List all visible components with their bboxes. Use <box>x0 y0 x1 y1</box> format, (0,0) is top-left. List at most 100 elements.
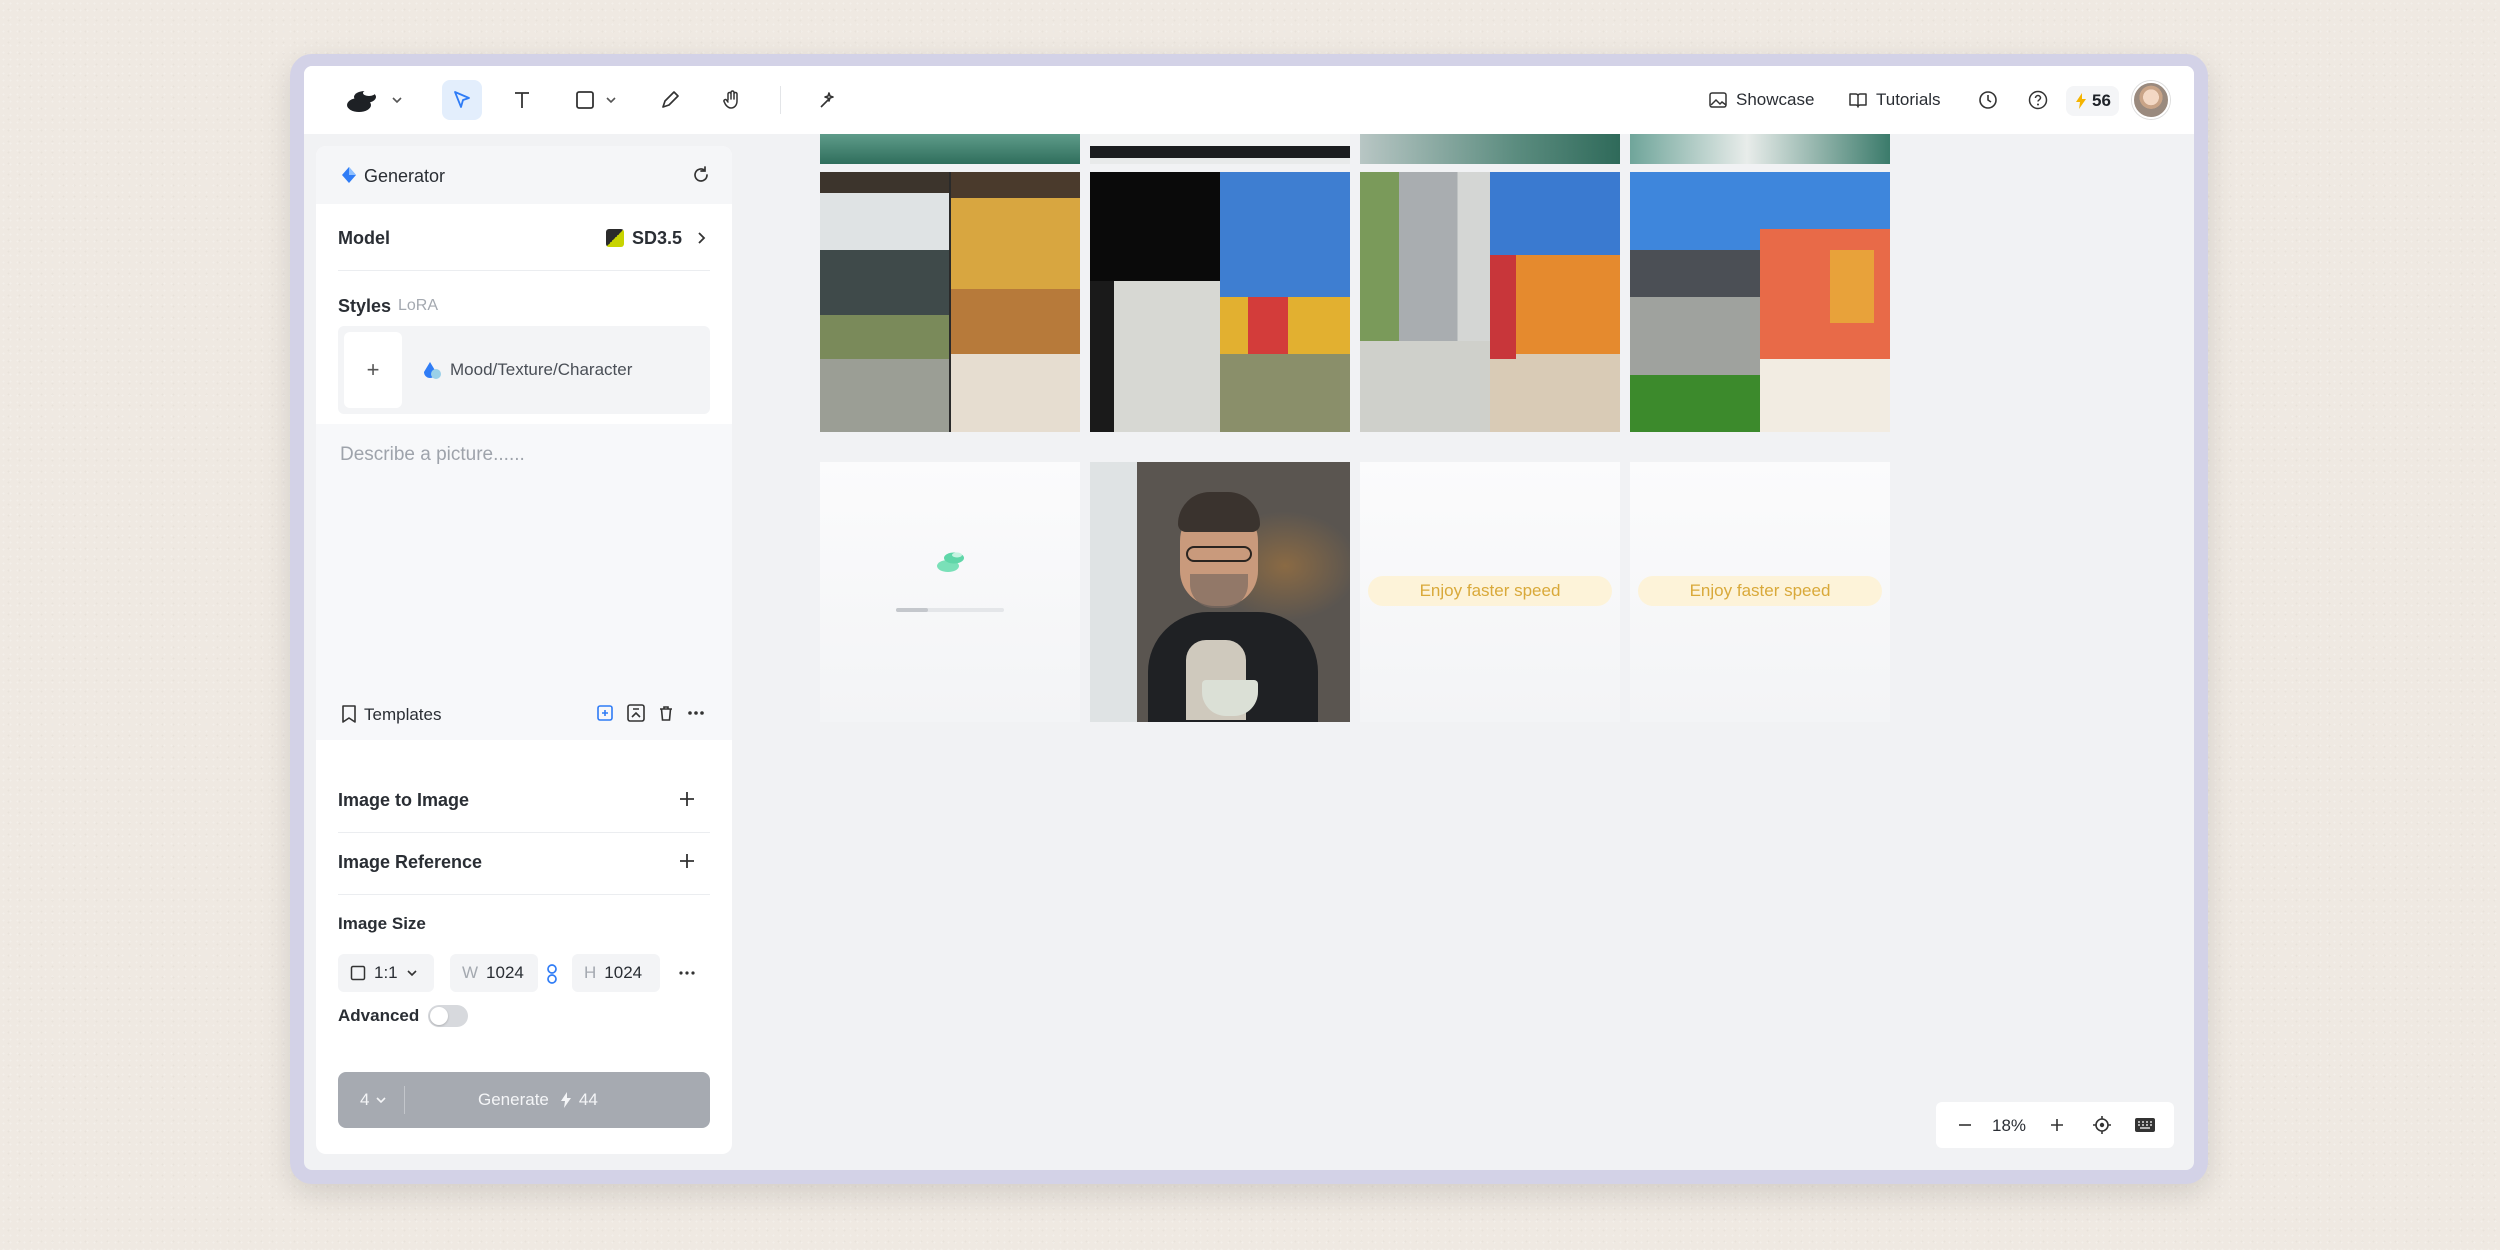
portrait-beard <box>1190 574 1248 608</box>
templates-label[interactable]: Templates <box>364 705 441 725</box>
enjoy-text: Enjoy faster speed <box>1419 581 1561 600</box>
book-icon <box>1848 90 1868 110</box>
loading-progress-fill <box>896 608 929 612</box>
advanced-toggle[interactable] <box>428 1005 468 1027</box>
button-divider <box>404 1086 405 1114</box>
showcase-link[interactable]: Showcase <box>1708 84 1814 116</box>
enjoy-text: Enjoy faster speed <box>1689 581 1831 600</box>
generate-button[interactable]: 4 Generate 44 <box>338 1072 710 1128</box>
zoom-in-icon[interactable] <box>2048 1116 2066 1134</box>
hand-icon <box>721 89 743 111</box>
add-image-reference-icon[interactable] <box>676 850 698 872</box>
lightning-icon <box>559 1091 573 1109</box>
generate-label: Generate <box>478 1090 549 1109</box>
hand-tool-button[interactable] <box>712 80 752 120</box>
model-label: Model <box>338 228 390 248</box>
select-tool-button[interactable] <box>442 80 482 120</box>
generated-image[interactable] <box>820 172 1080 432</box>
generated-image-partial[interactable] <box>1630 134 1890 164</box>
tutorials-link[interactable]: Tutorials <box>1848 84 1941 116</box>
enjoy-faster-speed-badge[interactable]: Enjoy faster speed <box>1638 576 1882 606</box>
portrait-glasses <box>1186 546 1252 562</box>
canvas-area[interactable]: Enjoy faster speed Enjoy faster speed <box>744 134 2194 1170</box>
height-value: 1024 <box>604 963 643 982</box>
refresh-icon[interactable] <box>690 164 712 186</box>
tutorials-label: Tutorials <box>1876 90 1941 109</box>
showcase-label: Showcase <box>1736 90 1815 109</box>
pen-tool-button[interactable] <box>650 80 690 120</box>
help-icon <box>2027 89 2049 111</box>
add-image-to-image-icon[interactable] <box>676 788 698 810</box>
zoom-level: 18% <box>1992 1116 2027 1135</box>
height-prefix: H <box>584 963 597 982</box>
generator-title: Generator <box>364 166 446 186</box>
logo-icon <box>345 85 381 115</box>
image-size-label: Image Size <box>338 914 426 933</box>
text-tool-button[interactable] <box>502 80 542 120</box>
model-selector[interactable]: SD3.5 <box>606 224 708 252</box>
top-toolbar: Showcase Tutorials 56 <box>304 66 2194 134</box>
magic-wand-icon <box>817 89 839 111</box>
generator-header: Generator <box>316 146 732 204</box>
zoom-controls: 18% <box>1936 1102 2174 1148</box>
template-library-icon[interactable] <box>626 703 646 723</box>
shape-tool-button[interactable] <box>566 80 626 120</box>
logo-menu[interactable] <box>342 84 406 116</box>
credits-count: 56 <box>2092 91 2111 110</box>
save-template-icon[interactable] <box>596 703 616 723</box>
divider <box>338 894 710 895</box>
lora-label: LoRA <box>398 297 439 314</box>
square-icon <box>350 965 366 981</box>
help-button[interactable] <box>2018 80 2058 120</box>
divider <box>338 832 710 833</box>
templates-bar: Templates <box>316 688 732 740</box>
link-icon[interactable] <box>544 963 560 985</box>
zoom-out-icon[interactable] <box>1956 1116 1974 1134</box>
lightning-icon <box>2074 92 2088 110</box>
locate-icon[interactable] <box>2092 1115 2112 1135</box>
batch-count: 4 <box>360 1090 370 1109</box>
style-picker[interactable]: Mood/Texture/Character <box>422 360 632 380</box>
ai-tool-button[interactable] <box>808 80 848 120</box>
image-size-controls: 1:1 W 1024 H 1024 <box>316 954 732 992</box>
queued-placeholder: Enjoy faster speed <box>1630 462 1890 722</box>
portrait-hair <box>1178 492 1260 532</box>
image-to-image-label: Image to Image <box>338 790 470 810</box>
generated-image-partial[interactable] <box>1360 134 1620 164</box>
generated-image-partial[interactable] <box>820 134 1080 164</box>
styles-label: Styles <box>338 296 392 316</box>
bookmark-icon <box>340 704 358 724</box>
width-prefix: W <box>462 963 479 982</box>
credits-badge[interactable]: 56 <box>2066 86 2119 116</box>
style-selector: + Mood/Texture/Character <box>338 326 710 414</box>
chevron-down-icon <box>406 967 418 979</box>
divider <box>338 270 710 271</box>
prompt-placeholder: Describe a picture...... <box>340 444 525 465</box>
trash-icon[interactable] <box>656 703 676 723</box>
device-frame: Showcase Tutorials 56 Generator Model SD… <box>290 54 2208 1184</box>
toolbar-divider <box>780 86 781 114</box>
keyboard-icon[interactable] <box>2134 1115 2156 1135</box>
image-reference-label: Image Reference <box>338 852 483 872</box>
height-field[interactable]: H 1024 <box>572 954 660 992</box>
add-style-button[interactable]: + <box>344 332 402 408</box>
model-value: SD3.5 <box>632 227 683 248</box>
aspect-ratio-select[interactable]: 1:1 <box>338 954 434 992</box>
generated-image[interactable] <box>1360 172 1620 432</box>
history-button[interactable] <box>1968 80 2008 120</box>
batch-count-select[interactable]: 4 <box>360 1090 387 1110</box>
more-icon[interactable] <box>686 703 706 723</box>
style-placeholder: Mood/Texture/Character <box>450 360 633 379</box>
generated-image[interactable] <box>1090 172 1350 432</box>
more-icon[interactable] <box>678 964 696 982</box>
pen-icon <box>659 89 681 111</box>
loading-progress-track <box>896 608 1004 612</box>
generated-image-portrait[interactable] <box>1090 462 1350 722</box>
generated-image-partial[interactable] <box>1090 134 1350 164</box>
enjoy-faster-speed-badge[interactable]: Enjoy faster speed <box>1368 576 1612 606</box>
width-field[interactable]: W 1024 <box>450 954 538 992</box>
plus-icon: + <box>366 357 380 382</box>
loading-placeholder <box>820 462 1080 722</box>
avatar[interactable] <box>2132 81 2170 119</box>
generated-image[interactable] <box>1630 172 1890 432</box>
